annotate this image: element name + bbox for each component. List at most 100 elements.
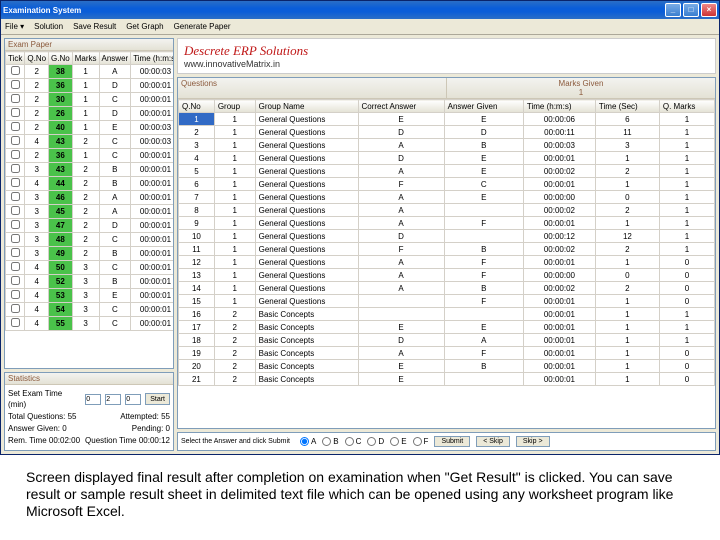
- tick-checkbox[interactable]: [11, 262, 20, 271]
- question-row[interactable]: 51General QuestionsAE00:00:0221: [179, 165, 715, 178]
- app-window: Examination System _ □ × File ▾ Solution…: [0, 0, 720, 455]
- opt-f[interactable]: F: [413, 437, 429, 446]
- tick-checkbox[interactable]: [11, 122, 20, 131]
- exam-row[interactable]: 4442B00:00:01: [6, 177, 174, 191]
- close-button[interactable]: ×: [701, 3, 717, 17]
- tick-checkbox[interactable]: [11, 164, 20, 173]
- q-col-header: Group Name: [255, 100, 358, 113]
- question-row[interactable]: 91General QuestionsAF00:00:0111: [179, 217, 715, 230]
- opt-d[interactable]: D: [367, 437, 384, 446]
- exam-row[interactable]: 2361D00:00:01: [6, 79, 174, 93]
- ans-given-label: Answer Given: 0: [8, 423, 67, 434]
- exam-row[interactable]: 2261D00:00:01: [6, 107, 174, 121]
- exam-row[interactable]: 2361C00:00:01: [6, 149, 174, 163]
- menu-generate-paper[interactable]: Generate Paper: [174, 22, 231, 31]
- question-row[interactable]: 111General QuestionsFB00:00:0221: [179, 243, 715, 256]
- question-row[interactable]: 131General QuestionsAF00:00:0000: [179, 269, 715, 282]
- exam-table: TickQ.NoG.NoMarksAnswerTime (h:m:s) 2381…: [5, 51, 173, 331]
- tick-checkbox[interactable]: [11, 318, 20, 327]
- question-row[interactable]: 101General QuestionsD00:00:12121: [179, 230, 715, 243]
- tick-checkbox[interactable]: [11, 220, 20, 229]
- exam-row[interactable]: 4432C00:00:03: [6, 135, 174, 149]
- opt-b[interactable]: B: [322, 437, 338, 446]
- tick-checkbox[interactable]: [11, 136, 20, 145]
- answer-prompt: Select the Answer and click Submit: [181, 438, 290, 445]
- questions-table[interactable]: Q.NoGroupGroup NameCorrect AnswerAnswer …: [178, 99, 715, 386]
- exam-row[interactable]: 3472D00:00:01: [6, 219, 174, 233]
- submit-button[interactable]: Submit: [434, 436, 470, 447]
- menu-solution[interactable]: Solution: [34, 22, 63, 31]
- opt-c[interactable]: C: [345, 437, 362, 446]
- start-button[interactable]: Start: [145, 393, 170, 405]
- exam-row[interactable]: 3462A00:00:01: [6, 191, 174, 205]
- exam-row[interactable]: 3432B00:00:01: [6, 163, 174, 177]
- exam-row[interactable]: 2381A00:00:03: [6, 65, 174, 79]
- question-row[interactable]: 202Basic ConceptsEB00:00:0110: [179, 360, 715, 373]
- statistics-panel: Statistics Set Exam Time (min) Start Tot…: [4, 372, 174, 451]
- opt-e[interactable]: E: [390, 437, 406, 446]
- question-row[interactable]: 81General QuestionsA00:00:0221: [179, 204, 715, 217]
- time-h-input[interactable]: [85, 394, 101, 405]
- exam-col-header: Tick: [6, 52, 25, 65]
- exam-col-header: Answer: [99, 52, 131, 65]
- question-row[interactable]: 21General QuestionsDD00:00:11111: [179, 126, 715, 139]
- menu-get-graph[interactable]: Get Graph: [126, 22, 163, 31]
- tick-checkbox[interactable]: [11, 248, 20, 257]
- exam-row[interactable]: 4543C00:00:01: [6, 303, 174, 317]
- tick-checkbox[interactable]: [11, 178, 20, 187]
- opt-a[interactable]: A: [300, 437, 316, 446]
- tick-checkbox[interactable]: [11, 206, 20, 215]
- exam-paper-panel: Exam Paper TickQ.NoG.NoMarksAnswerTime (…: [4, 38, 174, 369]
- question-row[interactable]: 11General QuestionsEE00:00:0661: [179, 113, 715, 126]
- tick-checkbox[interactable]: [11, 66, 20, 75]
- tick-checkbox[interactable]: [11, 276, 20, 285]
- attempted-label: Attempted: 55: [120, 411, 170, 422]
- tick-checkbox[interactable]: [11, 94, 20, 103]
- exam-row[interactable]: 4523B00:00:01: [6, 275, 174, 289]
- logo-line2: www.innovativeMatrix.in: [184, 59, 709, 69]
- question-row[interactable]: 151General QuestionsF00:00:0110: [179, 295, 715, 308]
- question-row[interactable]: 61General QuestionsFC00:00:0111: [179, 178, 715, 191]
- menu-save-result[interactable]: Save Result: [73, 22, 116, 31]
- question-row[interactable]: 31General QuestionsAB00:00:0331: [179, 139, 715, 152]
- question-row[interactable]: 121General QuestionsAF00:00:0110: [179, 256, 715, 269]
- exam-row[interactable]: 4503C00:00:01: [6, 261, 174, 275]
- question-row[interactable]: 162Basic Concepts00:00:0111: [179, 308, 715, 321]
- question-row[interactable]: 182Basic ConceptsDA00:00:0111: [179, 334, 715, 347]
- exam-row[interactable]: 2301C00:00:01: [6, 93, 174, 107]
- tick-checkbox[interactable]: [11, 150, 20, 159]
- skip-back-button[interactable]: < Skip: [476, 436, 510, 447]
- menu-file[interactable]: File ▾: [5, 22, 24, 31]
- statistics-header: Statistics: [5, 373, 173, 385]
- minimize-button[interactable]: _: [665, 3, 681, 17]
- question-row[interactable]: 41General QuestionsDE00:00:0111: [179, 152, 715, 165]
- tick-checkbox[interactable]: [11, 80, 20, 89]
- exam-row[interactable]: 4533E00:00:01: [6, 289, 174, 303]
- exam-row[interactable]: 3452A00:00:01: [6, 205, 174, 219]
- q-col-header: Q. Marks: [659, 100, 714, 113]
- tick-checkbox[interactable]: [11, 192, 20, 201]
- exam-row[interactable]: 3492B00:00:01: [6, 247, 174, 261]
- q-time-label: Question Time 00:00:12: [85, 435, 170, 446]
- questions-header: Questions: [178, 78, 446, 99]
- maximize-button[interactable]: □: [683, 3, 699, 17]
- exam-row[interactable]: 2401E00:00:03: [6, 121, 174, 135]
- tick-checkbox[interactable]: [11, 304, 20, 313]
- tick-checkbox[interactable]: [11, 234, 20, 243]
- q-col-header: Answer Given: [444, 100, 523, 113]
- question-row[interactable]: 71General QuestionsAE00:00:0001: [179, 191, 715, 204]
- exam-row[interactable]: 4553C00:00:01: [6, 317, 174, 331]
- question-row[interactable]: 141General QuestionsAB00:00:0220: [179, 282, 715, 295]
- tick-checkbox[interactable]: [11, 108, 20, 117]
- titlebar[interactable]: Examination System _ □ ×: [1, 1, 719, 19]
- tick-checkbox[interactable]: [11, 290, 20, 299]
- question-row[interactable]: 172Basic ConceptsEE00:00:0111: [179, 321, 715, 334]
- question-row[interactable]: 192Basic ConceptsAF00:00:0110: [179, 347, 715, 360]
- time-s-input[interactable]: [125, 394, 141, 405]
- exam-row[interactable]: 3482C00:00:01: [6, 233, 174, 247]
- time-m-input[interactable]: [105, 394, 121, 405]
- exam-paper-header: Exam Paper: [5, 39, 173, 51]
- skip-next-button[interactable]: Skip >: [516, 436, 550, 447]
- caption-text: Screen displayed final result after comp…: [0, 455, 720, 534]
- question-row[interactable]: 212Basic ConceptsE00:00:0110: [179, 373, 715, 386]
